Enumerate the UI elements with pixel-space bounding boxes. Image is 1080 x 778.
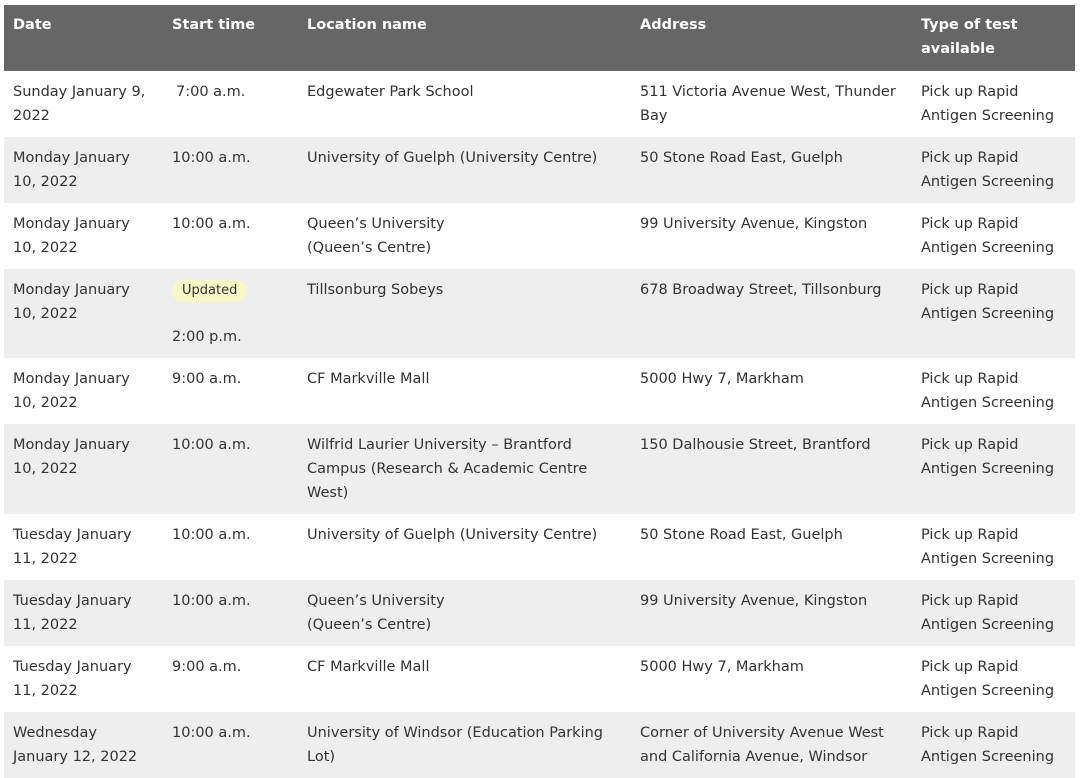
cell-date: Tuesday January 11, 2022 (13, 527, 132, 567)
header-date: Date (13, 17, 52, 33)
cell-start-time: 10:00 a.m. (172, 593, 251, 609)
location-line: (Queen’s Centre) (307, 617, 432, 633)
cell-type: Pick up Rapid Antigen Screening (921, 593, 1055, 633)
table-row: Tuesday January 11, 2022 10:00 a.m. Univ… (4, 514, 1075, 580)
cell-date: Monday January 10, 2022 (13, 437, 130, 477)
table-row: Monday January 10, 2022 Updated 2:00 p.m… (4, 269, 1075, 358)
cell-location: CF Markville Mall (307, 371, 430, 387)
header-location: Location name (307, 17, 427, 33)
cell-start-time: 10:00 a.m. (172, 437, 251, 453)
cell-address: 50 Stone Road East, Guelph (640, 527, 843, 543)
header-address: Address (640, 17, 707, 33)
cell-start-time: 9:00 a.m. (172, 659, 242, 675)
cell-address: 678 Broadway Street, Tillsonburg (640, 282, 882, 298)
cell-address: 99 University Avenue, Kingston (640, 593, 868, 609)
table-row: Monday January 10, 2022 9:00 a.m. CF Mar… (4, 358, 1075, 424)
cell-type: Pick up Rapid Antigen Screening (921, 725, 1055, 765)
cell-location: CF Markville Mall (307, 659, 430, 675)
cell-date: Wednesday January 12, 2022 (13, 725, 138, 765)
cell-start-time: 10:00 a.m. (172, 216, 251, 232)
cell-address: 99 University Avenue, Kingston (640, 216, 868, 232)
testing-schedule-table-wrapper: Date Start time Location name Address Ty… (4, 5, 1075, 778)
cell-start-time: 10:00 a.m. (172, 150, 251, 166)
cell-date: Tuesday January 11, 2022 (13, 593, 132, 633)
cell-address: 5000 Hwy 7, Markham (640, 659, 804, 675)
table-row: Monday January 10, 2022 10:00 a.m. Queen… (4, 203, 1075, 269)
cell-address: 50 Stone Road East, Guelph (640, 150, 843, 166)
cell-type: Pick up Rapid Antigen Screening (921, 437, 1055, 477)
location-line: Queen’s University (307, 593, 445, 609)
cell-date: Monday January 10, 2022 (13, 150, 130, 190)
cell-date: Sunday January 9, 2022 (13, 84, 146, 124)
cell-location: University of Guelph (University Centre) (307, 527, 598, 543)
cell-location: Queen’s University (Queen’s Centre) (298, 580, 631, 646)
cell-type: Pick up Rapid Antigen Screening (921, 84, 1055, 124)
updated-badge: Updated (172, 280, 248, 302)
cell-type: Pick up Rapid Antigen Screening (921, 150, 1055, 190)
cell-date: Monday January 10, 2022 (13, 371, 130, 411)
cell-start-time: 9:00 a.m. (172, 371, 242, 387)
header-start-time: Start time (172, 17, 256, 33)
cell-type: Pick up Rapid Antigen Screening (921, 659, 1055, 699)
cell-start-time: 7:00 a.m. (163, 71, 298, 137)
cell-type: Pick up Rapid Antigen Screening (921, 216, 1055, 256)
header-type: Type of test available (921, 17, 1018, 57)
table-row: Sunday January 9, 2022 7:00 a.m. Edgewat… (4, 71, 1075, 137)
location-line: (Queen’s Centre) (307, 240, 432, 256)
cell-type: Pick up Rapid Antigen Screening (921, 527, 1055, 567)
cell-start-time: 10:00 a.m. (172, 527, 251, 543)
cell-date: Monday January 10, 2022 (13, 282, 130, 322)
table-header: Date Start time Location name Address Ty… (4, 5, 1075, 71)
cell-location: University of Guelph (University Centre) (307, 150, 598, 166)
cell-location: Wilfrid Laurier University – Brantford C… (307, 437, 588, 501)
start-time-text: 2:00 p.m. (172, 329, 242, 345)
start-time-text: 7:00 a.m. (176, 84, 246, 100)
table-row: Monday January 10, 2022 10:00 a.m. Wilfr… (4, 424, 1075, 514)
cell-address: 5000 Hwy 7, Markham (640, 371, 804, 387)
table-row: Monday January 10, 2022 10:00 a.m. Unive… (4, 137, 1075, 203)
cell-address: Corner of University Avenue West and Cal… (640, 725, 884, 765)
cell-location: Queen’s University (Queen’s Centre) (298, 203, 631, 269)
cell-type: Pick up Rapid Antigen Screening (921, 371, 1055, 411)
table-row: Tuesday January 11, 2022 9:00 a.m. CF Ma… (4, 646, 1075, 712)
cell-location: Tillsonburg Sobeys (307, 282, 444, 298)
testing-schedule-table: Date Start time Location name Address Ty… (4, 5, 1075, 778)
location-line: Queen’s University (307, 216, 445, 232)
cell-start-time: Updated 2:00 p.m. (163, 269, 298, 358)
cell-address: 150 Dalhousie Street, Brantford (640, 437, 871, 453)
table-body: Sunday January 9, 2022 7:00 a.m. Edgewat… (4, 71, 1075, 778)
cell-address: 511 Victoria Avenue West, Thunder Bay (640, 84, 896, 124)
cell-location: Edgewater Park School (307, 84, 474, 100)
cell-location: University of Windsor (Education Parking… (307, 725, 603, 765)
table-row: Wednesday January 12, 2022 10:00 a.m. Un… (4, 712, 1075, 778)
cell-start-time: 10:00 a.m. (172, 725, 251, 741)
cell-type: Pick up Rapid Antigen Screening (921, 282, 1055, 322)
table-row: Tuesday January 11, 2022 10:00 a.m. Quee… (4, 580, 1075, 646)
cell-date: Tuesday January 11, 2022 (13, 659, 132, 699)
header-row: Date Start time Location name Address Ty… (4, 5, 1075, 71)
cell-date: Monday January 10, 2022 (13, 216, 130, 256)
